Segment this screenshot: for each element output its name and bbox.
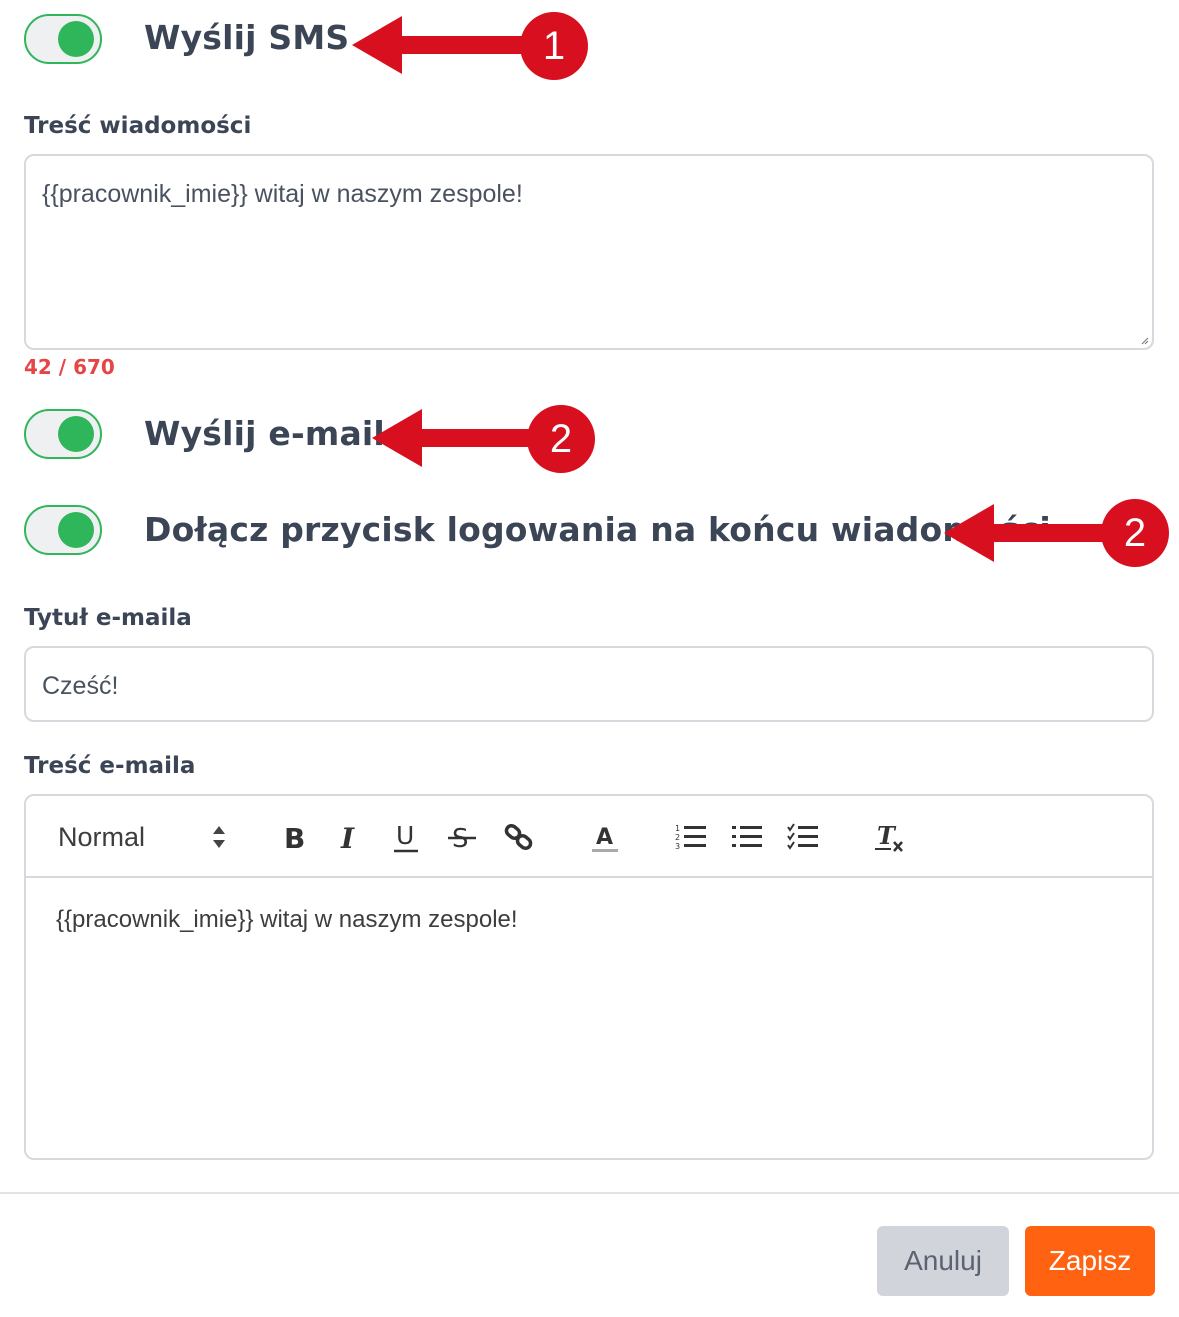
email-toggle[interactable] — [24, 409, 102, 459]
underline-icon[interactable]: U — [388, 818, 424, 856]
clear-format-icon[interactable]: T — [872, 818, 908, 856]
email-body-label: Treść e-maila — [24, 753, 196, 779]
bullet-list-icon[interactable] — [730, 818, 764, 856]
svg-text:A: A — [596, 825, 613, 850]
svg-text:2: 2 — [675, 833, 680, 842]
cancel-button[interactable]: Anuluj — [877, 1226, 1009, 1296]
format-select-value: Normal — [58, 821, 146, 852]
text-color-icon[interactable]: A — [587, 818, 623, 856]
svg-text:T: T — [877, 821, 897, 850]
strike-icon[interactable]: S — [444, 818, 480, 856]
toolbar-divider — [26, 876, 1152, 878]
email-title-value: Cześć! — [42, 672, 119, 700]
svg-text:B: B — [284, 822, 305, 852]
check-list-icon[interactable] — [786, 818, 820, 856]
email-toggle-label: Wyślij e-mail — [144, 414, 385, 453]
toggle-knob — [58, 21, 94, 57]
sms-toggle[interactable] — [24, 14, 102, 64]
email-body-text[interactable]: {{pracownik_imie}} witaj w naszym zespol… — [56, 906, 518, 934]
sms-char-counter: 42 / 670 — [24, 355, 115, 379]
annotation-arrow-2 — [372, 409, 542, 467]
bold-icon[interactable]: B — [276, 818, 312, 856]
annotation-arrow-1 — [352, 16, 532, 74]
svg-text:1: 1 — [675, 824, 680, 833]
resize-handle-icon[interactable] — [1141, 337, 1149, 345]
sms-message-label: Treść wiadomości — [24, 113, 252, 139]
sms-message-textarea[interactable]: {{pracownik_imie}} witaj w naszym zespol… — [24, 154, 1154, 350]
select-arrows-icon — [213, 826, 225, 848]
email-title-input[interactable]: Cześć! — [24, 646, 1154, 722]
toggle-knob — [58, 416, 94, 452]
sms-message-text: {{pracownik_imie}} witaj w naszym zespol… — [42, 180, 523, 208]
login-button-toggle[interactable] — [24, 505, 102, 555]
sms-toggle-label: Wyślij SMS — [144, 18, 350, 57]
link-icon[interactable] — [500, 818, 538, 856]
toggle-knob — [58, 512, 94, 548]
annotation-arrow-3 — [944, 504, 1114, 562]
svg-text:U: U — [396, 821, 414, 850]
annotation-badge-1: 1 — [520, 12, 588, 80]
svg-text:I: I — [340, 822, 355, 852]
format-select[interactable]: Normal — [58, 818, 228, 856]
ordered-list-icon[interactable]: 1 2 3 — [674, 818, 708, 856]
annotation-badge-3: 2 — [1101, 499, 1169, 567]
save-button[interactable]: Zapisz — [1025, 1226, 1155, 1296]
email-title-label: Tytuł e-maila — [24, 605, 192, 631]
italic-icon[interactable]: I — [332, 818, 368, 856]
footer-divider — [0, 1192, 1179, 1194]
annotation-badge-2: 2 — [527, 405, 595, 473]
login-button-toggle-label: Dołącz przycisk logowania na końcu wiado… — [144, 510, 1051, 549]
svg-text:3: 3 — [675, 842, 680, 851]
